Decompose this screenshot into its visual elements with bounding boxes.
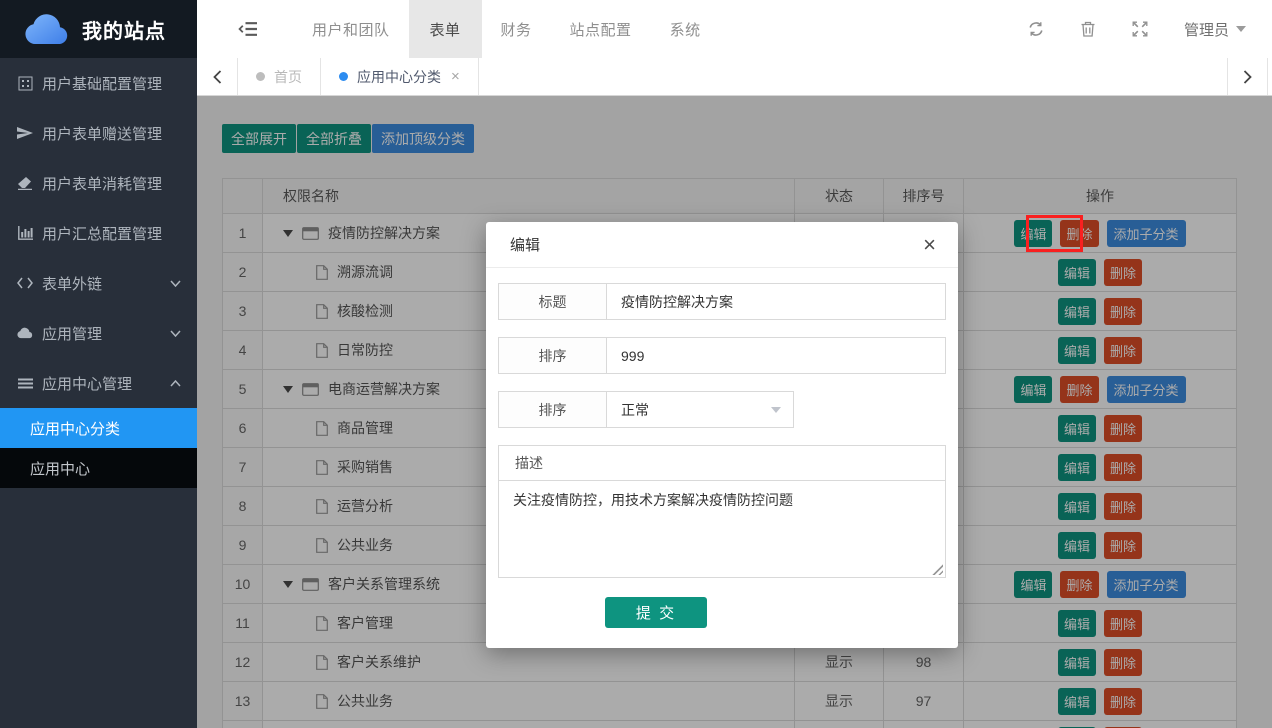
grid-icon (17, 76, 33, 91)
description-block: 描述 (498, 445, 946, 578)
fullscreen-icon[interactable] (1132, 21, 1148, 37)
sidebar-item-user-summary[interactable]: 用户汇总配置管理 (0, 208, 197, 258)
list-icon (17, 378, 33, 389)
sidebar-item-user-base-config[interactable]: 用户基础配置管理 (0, 58, 197, 108)
tab-home[interactable]: 首页 (238, 58, 321, 95)
tab-app-center-category[interactable]: 应用中心分类 × (321, 58, 479, 95)
nav-system[interactable]: 系统 (651, 0, 720, 58)
order-input[interactable] (607, 338, 945, 373)
description-textarea[interactable] (499, 481, 945, 577)
tab-bar: 首页 应用中心分类 × (197, 58, 1272, 96)
title-field-row: 标题 (498, 283, 946, 320)
eraser-icon (17, 177, 33, 190)
status-select-value: 正常 (621, 400, 649, 420)
cloud-logo-icon (24, 14, 70, 45)
tabs-scroll-left-icon[interactable] (197, 58, 238, 95)
nav-forms[interactable]: 表单 (409, 0, 482, 58)
cloud-icon (17, 327, 33, 339)
edit-dialog: 编辑 × 标题 排序 排序 正常 描述 提 交 (486, 222, 958, 648)
top-nav: 用户和团队 表单 财务 站点配置 系统 (293, 0, 720, 58)
bar-chart-icon (17, 226, 33, 240)
header-actions: 管理员 (991, 0, 1246, 58)
highlight-rectangle (1026, 215, 1083, 252)
chevron-up-icon (170, 380, 181, 387)
submit-button[interactable]: 提 交 (605, 597, 707, 628)
status-select[interactable]: 正常 (607, 392, 793, 427)
nav-site-config[interactable]: 站点配置 (551, 0, 651, 58)
description-wrap (499, 481, 945, 577)
chevron-down-icon (170, 280, 181, 287)
site-title: 我的站点 (82, 15, 166, 44)
sidebar: 我的站点 用户基础配置管理 用户表单赠送管理 用户表单消耗管理 用户汇总配置管理… (0, 0, 197, 728)
sidebar-subitem-app-center[interactable]: 应用中心 (0, 448, 197, 488)
description-label: 描述 (499, 446, 945, 481)
status-field-label: 排序 (499, 392, 607, 427)
caret-down-icon (1236, 26, 1246, 32)
admin-label: 管理员 (1184, 19, 1229, 40)
refresh-icon[interactable] (1028, 21, 1044, 37)
tabs-scroll-right-icon[interactable] (1227, 58, 1268, 95)
nav-users-teams[interactable]: 用户和团队 (293, 0, 409, 58)
sidebar-item-app-center-manage[interactable]: 应用中心管理 (0, 358, 197, 408)
tab-close-icon[interactable]: × (451, 68, 460, 85)
resize-handle-icon[interactable] (932, 564, 943, 575)
top-header: 用户和团队 表单 财务 站点配置 系统 管理员 (197, 0, 1272, 58)
dialog-title: 编辑 (510, 234, 540, 255)
title-input[interactable] (607, 284, 945, 319)
chevron-down-icon (170, 330, 181, 337)
select-caret-icon (771, 407, 781, 413)
logo: 我的站点 (0, 0, 197, 58)
sidebar-item-form-extlink[interactable]: 表单外链 (0, 258, 197, 308)
admin-menu[interactable]: 管理员 (1184, 19, 1246, 40)
menu-fold-icon[interactable] (238, 0, 257, 58)
nav-finance[interactable]: 财务 (482, 0, 551, 58)
sidebar-item-form-consume[interactable]: 用户表单消耗管理 (0, 158, 197, 208)
order-field-row: 排序 (498, 337, 946, 374)
dialog-header: 编辑 × (486, 222, 958, 268)
send-icon (17, 126, 33, 140)
code-link-icon (17, 277, 33, 289)
title-field-label: 标题 (499, 284, 607, 319)
status-field-row: 排序 正常 (498, 391, 794, 428)
trash-icon[interactable] (1081, 21, 1095, 37)
close-icon[interactable]: × (923, 234, 936, 256)
tab-dot-icon (339, 72, 348, 81)
dialog-body: 标题 排序 排序 正常 描述 提 交 (486, 268, 958, 628)
order-field-label: 排序 (499, 338, 607, 373)
sidebar-subitem-app-center-category[interactable]: 应用中心分类 (0, 408, 197, 448)
sidebar-item-app-manage[interactable]: 应用管理 (0, 308, 197, 358)
sidebar-item-form-gift[interactable]: 用户表单赠送管理 (0, 108, 197, 158)
tab-dot-icon (256, 72, 265, 81)
